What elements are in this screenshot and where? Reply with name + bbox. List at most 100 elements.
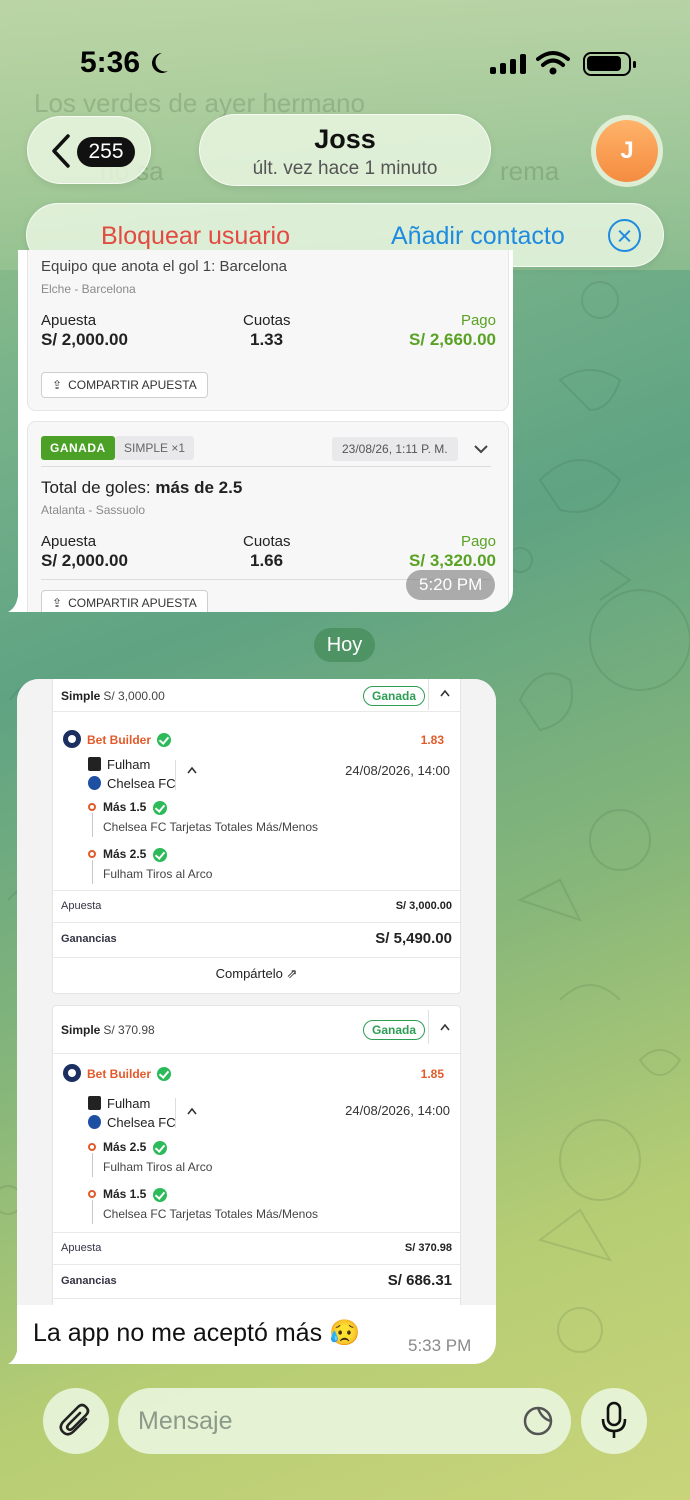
match-datetime: 24/08/2026, 14:00 [345, 763, 450, 778]
message-input[interactable] [118, 1388, 571, 1454]
odds-value: 1.33 [250, 330, 284, 349]
divider [53, 1264, 460, 1265]
add-contact-button[interactable]: Añadir contacto [391, 222, 565, 251]
stake-label: Apuesta [61, 1242, 102, 1254]
stake-value: S/ 2,000.00 [41, 330, 128, 349]
odds-value: 1.66 [250, 551, 284, 570]
sticker-icon[interactable] [522, 1405, 554, 1437]
divider [53, 711, 460, 712]
microphone-button[interactable] [581, 1388, 647, 1454]
fulham-crest-icon [88, 1096, 101, 1110]
selection-connector [92, 860, 93, 884]
payout-value: S/ 3,320.00 [409, 551, 496, 570]
payout-value: S/ 2,660.00 [409, 330, 496, 349]
chevron-up-icon [440, 1023, 450, 1031]
divider [53, 1232, 460, 1233]
blurred-message-text: rema [500, 156, 560, 186]
bet-slip-card: Simple S/ 3,000.00 Ganada Bet Builder 1.8… [52, 679, 461, 994]
selection-description: Chelsea FC Tarjetas Totales Más/Menos [103, 820, 318, 834]
selection-description: Chelsea FC Tarjetas Totales Más/Menos [103, 1207, 318, 1221]
share-bet-button[interactable]: ⇪ COMPARTIR APUESTA [41, 590, 208, 612]
bet-market: Equipo que anota el gol 1: Barcelona [41, 258, 288, 275]
bet-simple-label: Simple S/ 3,000.00 [61, 689, 165, 703]
microphone-icon [601, 1401, 627, 1438]
check-icon [153, 1141, 167, 1155]
check-icon [157, 733, 171, 747]
share-bet-label: COMPARTIR APUESTA [68, 596, 197, 610]
bet-card: Equipo que anota el gol 1: Barcelona Elc… [28, 250, 508, 410]
back-button[interactable]: 255 [27, 116, 151, 184]
stake-label: Apuesta [61, 900, 102, 912]
bet-match: Atalanta - Sassuolo [41, 503, 146, 517]
selection-connector [92, 1200, 93, 1224]
unread-count-badge: 255 [77, 137, 135, 167]
paperclip-icon [59, 1403, 90, 1436]
attach-button[interactable] [43, 1388, 109, 1454]
bet-slip-card: Simple S/ 370.98 Ganada Bet Builder 1.85 … [52, 1005, 461, 1305]
bet-simple-label: Simple S/ 370.98 [61, 1023, 155, 1037]
chevron-up-icon[interactable] [187, 766, 197, 774]
close-icon[interactable] [608, 219, 641, 252]
status-badge: Ganada [363, 686, 426, 706]
block-user-button[interactable]: Bloquear usuario [101, 222, 290, 251]
selection-connector [92, 813, 93, 837]
divider [53, 1298, 460, 1299]
selection-description: Fulham Tiros al Arco [103, 867, 213, 881]
team-away: Chelsea FC [107, 1115, 176, 1130]
odds-label: Cuotas [243, 312, 291, 329]
status-time: 5:36 [80, 46, 141, 79]
check-icon [153, 801, 167, 815]
check-icon [157, 1067, 171, 1081]
message-timestamp: 5:20 PM [406, 570, 496, 600]
selection-dot-icon [88, 850, 96, 858]
divider [428, 679, 429, 710]
chevron-down-icon[interactable] [474, 444, 488, 454]
simple-amount: S/ 370.98 [103, 1023, 155, 1037]
market-selection: más de 2.5 [155, 478, 243, 497]
winnings-value: S/ 5,490.00 [375, 930, 452, 947]
incoming-message-bubble[interactable]: Equipo que anota el gol 1: Barcelona Elc… [18, 250, 513, 612]
avatar-initial: J [596, 120, 658, 182]
team-home: Fulham [107, 757, 151, 772]
chelsea-crest-icon [88, 776, 101, 790]
moon-icon [152, 53, 168, 73]
match-datetime: 24/08/2026, 14:00 [345, 1103, 450, 1118]
share-bet-label: COMPARTIR APUESTA [68, 378, 197, 392]
incoming-message-bubble[interactable]: Simple S/ 3,000.00 Ganada Bet Builder 1.8… [17, 679, 496, 1364]
bubble-tail [8, 596, 26, 612]
chevron-up-icon[interactable] [187, 1107, 197, 1115]
simple-amount: S/ 3,000.00 [103, 689, 165, 703]
divider [53, 1053, 460, 1054]
status-badge: GANADA [41, 436, 115, 460]
cellular-signal-icon [490, 54, 526, 74]
divider [53, 890, 460, 891]
bet-market: Total de goles: más de 2.5 [41, 478, 242, 498]
chevron-up-icon [440, 689, 450, 697]
date-divider: Hoy [314, 628, 375, 662]
bet-date: 23/08/26, 1:11 P. M. [332, 437, 458, 461]
stake-value: S/ 370.98 [404, 1242, 452, 1254]
payout-label: Pago [460, 312, 496, 329]
simple-label: Simple [61, 1023, 101, 1037]
chat-header-title[interactable]: Joss últ. vez hace 1 minuto [199, 114, 491, 186]
market-name: Total de goles: [41, 478, 156, 497]
bet-odds: 1.85 [420, 1067, 444, 1081]
bet-builder-label: Bet Builder [87, 733, 152, 747]
avatar[interactable]: J [591, 115, 663, 187]
share-bet-button[interactable]: ⇪ COMPARTIR APUESTA [41, 372, 208, 398]
stake-label: Apuesta [41, 312, 97, 329]
divider [175, 1098, 176, 1128]
check-icon [153, 848, 167, 862]
message-text: La app no me aceptó más 😥 [33, 1319, 361, 1347]
share-icon: ⇗ [286, 966, 298, 981]
divider [428, 1010, 429, 1044]
selection-name: Más 1.5 [103, 800, 147, 814]
status-bar: 5:36 [0, 44, 690, 84]
bubble-tail [8, 1346, 26, 1364]
team-home: Fulham [107, 1096, 151, 1111]
selection-name: Más 2.5 [103, 847, 147, 861]
bet-odds: 1.83 [420, 733, 444, 747]
selection-name: Más 2.5 [103, 1140, 147, 1154]
divider [41, 466, 491, 467]
divider [53, 922, 460, 923]
